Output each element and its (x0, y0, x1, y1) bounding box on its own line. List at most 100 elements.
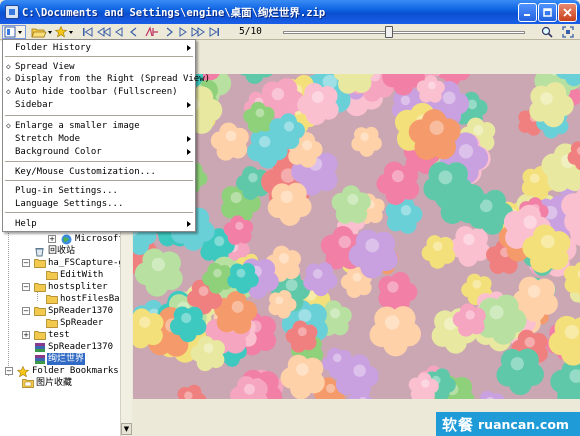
expand-toggle[interactable]: + (22, 331, 30, 339)
menu-item-key-mouse[interactable]: Key/Mouse Customization... (15, 166, 156, 178)
prev-icon (115, 27, 123, 37)
watermark-cn: 软餐 (442, 415, 475, 434)
app-icon (5, 5, 19, 19)
folder-icon (34, 307, 46, 316)
fast-forward-icon (191, 27, 205, 37)
candy-photo (133, 74, 580, 399)
zoom-button[interactable] (540, 25, 554, 39)
menu-button[interactable] (2, 25, 26, 39)
bookmark-folder-icon (22, 379, 34, 388)
page-slider-thumb[interactable] (385, 26, 394, 38)
tree-item-label: EditWith (60, 270, 104, 280)
menu-item-language-settings[interactable]: Language Settings... (15, 198, 123, 210)
menu-icon (4, 26, 22, 38)
first-page-button[interactable] (80, 25, 96, 39)
menu-separator (5, 161, 193, 162)
toolbar: 5/10 (0, 24, 580, 40)
tree-item-label: SpReader1370 (48, 306, 114, 316)
skip-last-icon (209, 27, 219, 37)
displayed-image (133, 74, 580, 399)
menu-item-stretch-mode[interactable]: Stretch Mode (15, 133, 80, 145)
menu-separator (5, 56, 193, 57)
menu-item-display-from-right[interactable]: Display from the Right (Spread View) (15, 73, 210, 85)
submenu-arrow-icon (187, 149, 191, 155)
maximize-icon (543, 8, 552, 17)
tree-item-label: test (48, 330, 70, 340)
folder-icon (46, 271, 58, 280)
maximize-button[interactable] (538, 3, 557, 22)
rewind-icon (97, 27, 111, 37)
minimize-button[interactable] (518, 3, 537, 22)
tree-item-label: ha_FSCapture-gl (48, 258, 130, 268)
expand-toggle[interactable]: + (48, 235, 56, 243)
page-slider-track[interactable] (283, 31, 525, 34)
prev-single-button[interactable] (127, 25, 141, 39)
folder-icon (34, 259, 46, 268)
submenu-arrow-icon (187, 45, 191, 51)
menu-item-enlarge-smaller[interactable]: Enlarge a smaller image (15, 120, 140, 132)
spread-icon (145, 26, 158, 37)
menu-item-spread-view[interactable]: Spread View (15, 61, 75, 73)
spread-toggle-button[interactable] (143, 25, 161, 39)
menu-item-background-color[interactable]: Background Color (15, 146, 102, 158)
page-indicator: 5/10 (239, 26, 262, 37)
menu-item-auto-hide-toolbar[interactable]: Auto hide toolbar (Fullscreen) (15, 86, 178, 98)
next-page-button[interactable] (176, 25, 190, 39)
next-icon (179, 27, 187, 37)
check-diamond-icon: ◇ (6, 87, 11, 96)
star-icon (55, 26, 73, 38)
menu-separator (5, 115, 193, 116)
window-title: C:\Documents and Settings\engine\桌面\绚烂世界… (22, 7, 326, 19)
fullscreen-button[interactable] (560, 25, 576, 39)
check-diamond-icon: ◇ (6, 121, 11, 130)
submenu-arrow-icon (187, 221, 191, 227)
folder-icon (34, 331, 46, 340)
menu-item-help[interactable]: Help (15, 218, 37, 230)
next-single-button[interactable] (162, 25, 176, 39)
step-back-icon (130, 27, 137, 37)
last-page-button[interactable] (206, 25, 222, 39)
magnifier-icon (541, 26, 553, 38)
collapse-toggle[interactable]: − (22, 283, 30, 291)
bookmark-button[interactable] (54, 25, 76, 39)
archive-icon (35, 355, 45, 364)
folder-icon (46, 319, 58, 328)
collapse-toggle[interactable]: − (5, 367, 13, 375)
folder-icon (46, 295, 58, 304)
tree-item-label: SpReader1370 (48, 342, 114, 352)
globe-icon (61, 234, 72, 245)
fast-back-button[interactable] (96, 25, 112, 39)
title-bar[interactable]: C:\Documents and Settings\engine\桌面\绚烂世界… (0, 0, 580, 24)
close-button[interactable] (558, 3, 577, 22)
collapse-toggle[interactable]: − (22, 307, 30, 315)
minimize-icon (524, 14, 530, 16)
menu-item-folder-history[interactable]: Folder History (15, 42, 91, 54)
check-diamond-icon: ◇ (6, 62, 11, 71)
tree-item-label: Folder Bookmarks (32, 366, 119, 376)
tree-item-label: hostspliter (48, 282, 108, 292)
fast-forward-button[interactable] (190, 25, 206, 39)
folder-icon (34, 283, 46, 292)
recycle-bin-icon (35, 248, 44, 257)
tree-item-label: 绚烂世界 (47, 353, 86, 365)
tree-item-label: 图片收藏 (36, 378, 73, 388)
collapse-toggle[interactable]: − (22, 259, 30, 267)
main-dropdown-menu: Folder History ◇ Spread View ◇ Display f… (2, 39, 210, 232)
close-icon (563, 8, 572, 17)
folder-open-icon (31, 28, 52, 38)
skip-first-icon (83, 27, 93, 37)
open-folder-button[interactable] (30, 25, 54, 39)
menu-item-plugin-settings[interactable]: Plug-in Settings... (15, 185, 118, 197)
tree-item-label: 回收站 (48, 246, 76, 256)
star-icon (17, 366, 29, 377)
archive-icon (35, 343, 45, 352)
menu-item-sidebar[interactable]: Sidebar (15, 99, 53, 111)
submenu-arrow-icon (187, 136, 191, 142)
watermark-en: ruancan.com (478, 416, 569, 432)
submenu-arrow-icon (187, 102, 191, 108)
menu-separator (5, 180, 193, 181)
site-watermark: 软餐 ruancan.com (436, 412, 580, 436)
prev-page-button[interactable] (112, 25, 126, 39)
step-forward-icon (166, 27, 173, 37)
scroll-down-button[interactable]: ▼ (121, 423, 132, 435)
